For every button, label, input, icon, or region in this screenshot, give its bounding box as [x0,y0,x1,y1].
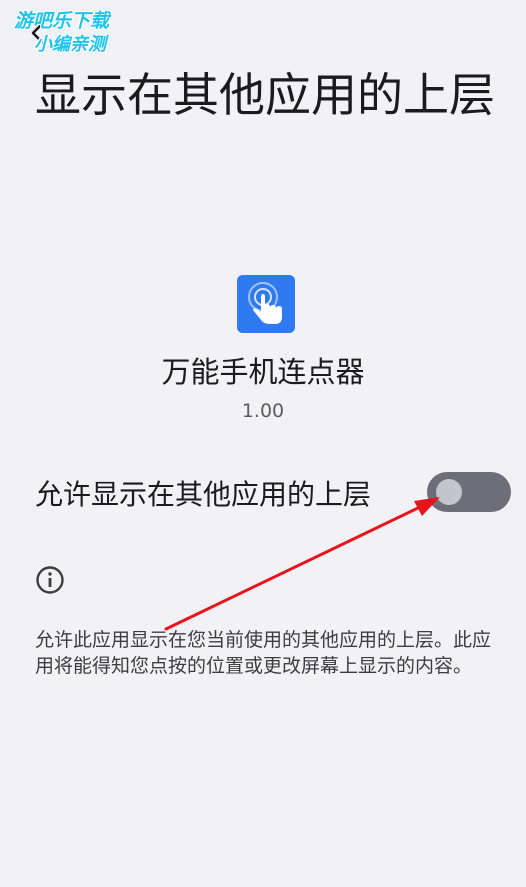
app-icon [237,275,295,333]
watermark-line-1: 游吧乐下载 [14,10,110,32]
permission-toggle[interactable] [427,472,511,512]
watermark-line-2: 小编亲测 [34,34,106,55]
watermark: 游吧乐下载 小编亲测 [14,10,149,56]
toggle-knob [436,479,462,505]
tap-hand-icon [237,275,295,333]
permission-label: 允许显示在其他应用的上层 [35,478,372,511]
app-version: 1.00 [241,400,285,422]
page-title: 显示在其他应用的上层 [35,68,495,122]
annotation-arrow [164,497,440,631]
app-name: 万能手机连点器 [161,355,365,389]
info-icon [36,566,64,594]
permission-description: 允许此应用显示在您当前使用的其他应用的上层。此应用将能得知您点按的位置或更改屏幕… [35,629,492,677]
permission-row[interactable]: 允许显示在其他应用的上层 [35,472,515,516]
